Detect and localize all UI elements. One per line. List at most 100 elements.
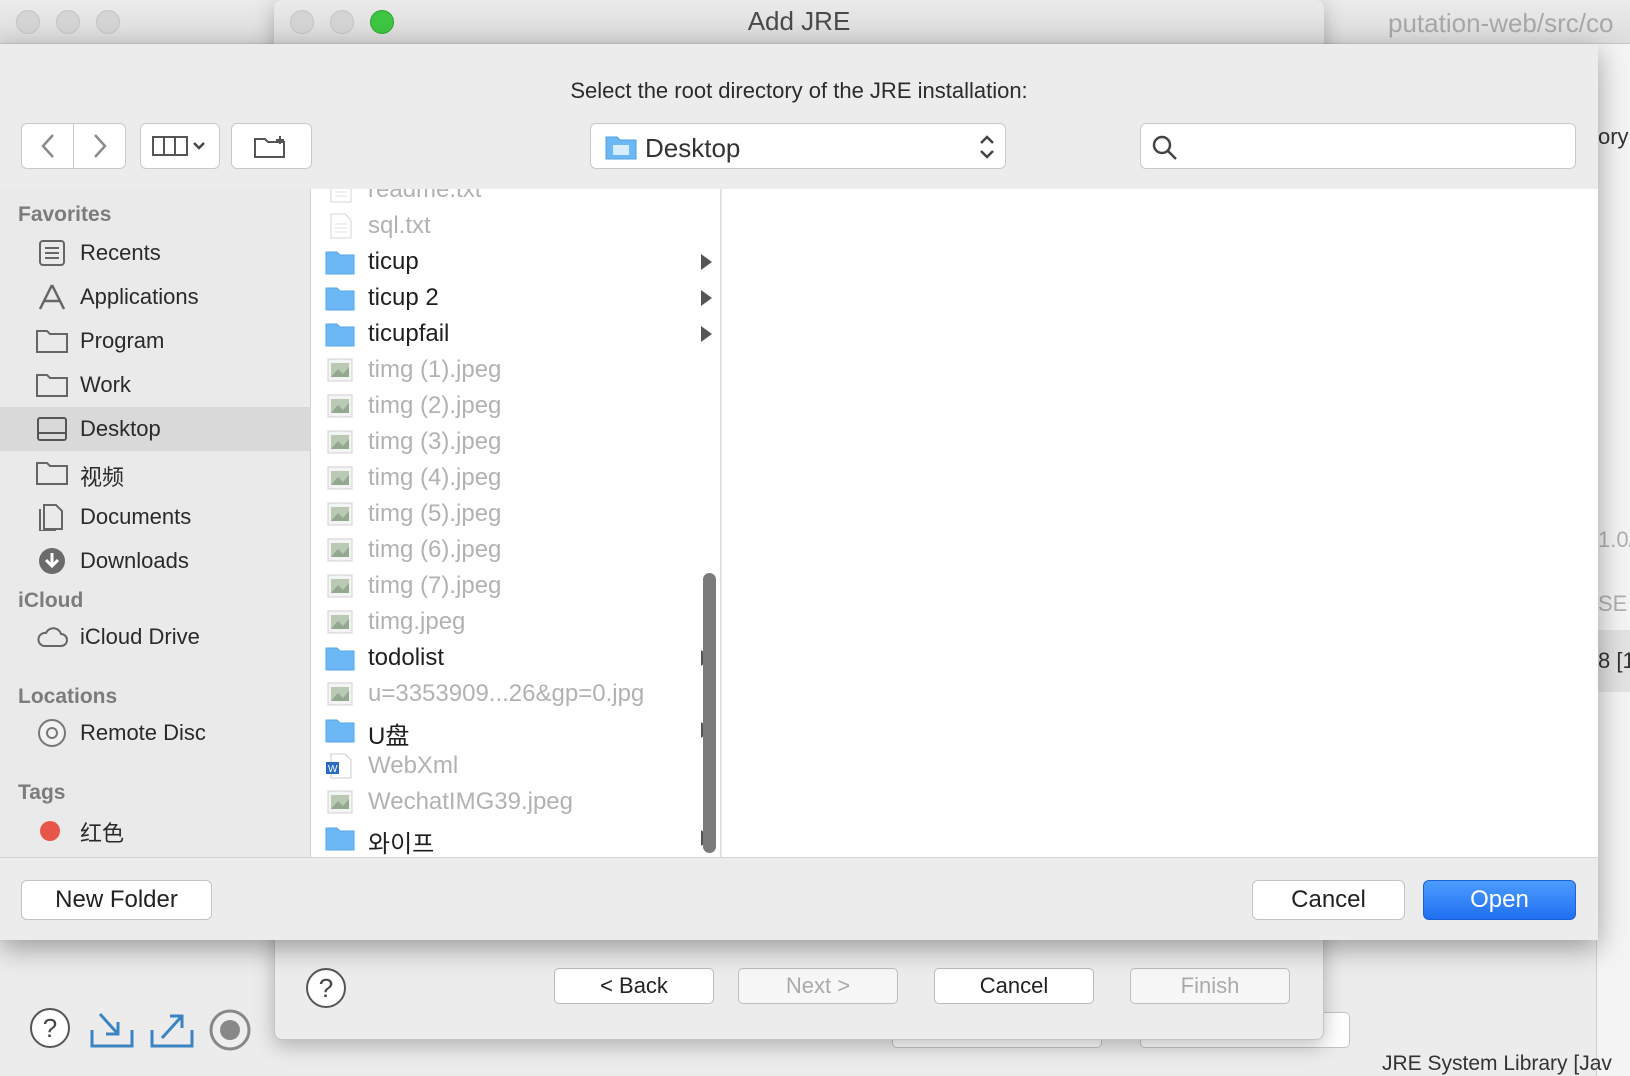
folder-icon (36, 374, 68, 397)
sidebar-item-label: Remote Disc (80, 720, 206, 745)
wizard-cancel-button[interactable]: Cancel (934, 968, 1094, 1004)
chevron-left-icon (40, 134, 54, 158)
bg-right-text-2: 1.0/ (1598, 527, 1630, 552)
sidebar-item-icloud-drive[interactable]: iCloud Drive (0, 615, 310, 659)
export-icon[interactable] (148, 1008, 196, 1052)
file-row[interactable]: timg (4).jpeg (311, 461, 720, 497)
file-row[interactable]: readme.txt (311, 189, 720, 209)
file-row[interactable]: sql.txt (311, 209, 720, 245)
sidebar-item-tag-red[interactable]: 红色 (0, 807, 310, 851)
cancel-button[interactable]: Cancel (1252, 880, 1405, 920)
folder-icon (605, 136, 637, 160)
bg-right-panel (1596, 44, 1630, 1076)
back-button[interactable]: < Back (554, 968, 714, 1004)
file-row[interactable]: timg (1).jpeg (311, 353, 720, 389)
search-field[interactable] (1140, 123, 1576, 169)
sidebar-item-desktop[interactable]: Desktop (0, 407, 310, 451)
file-row[interactable]: timg (2).jpeg (311, 389, 720, 425)
file-name: ticupfail (368, 320, 450, 347)
file-row[interactable]: u=3353909...26&gp=0.jpg (311, 677, 720, 713)
folder-row[interactable]: ticup (311, 245, 720, 281)
bg-help-icon[interactable]: ? (30, 1008, 70, 1048)
columns-view-icon (152, 136, 205, 156)
search-input[interactable] (1185, 130, 1565, 162)
sidebar-item-label: 红色 (80, 821, 125, 846)
image-file-icon (327, 682, 353, 706)
folder-row[interactable]: ticup 2 (311, 281, 720, 317)
icloud-header: iCloud (18, 589, 84, 612)
disclosure-arrow-icon (701, 290, 712, 306)
sidebar-item-label: Desktop (80, 416, 161, 441)
file-name: ticup 2 (368, 284, 439, 311)
sidebar-item-label: Recents (80, 240, 161, 265)
folder-row[interactable]: todolist (311, 641, 720, 677)
file-name: sql.txt (368, 212, 431, 239)
open-button[interactable]: Open (1423, 880, 1576, 920)
sidebar: Favorites Recents Applications Program W… (0, 189, 311, 857)
sidebar-item-label: Documents (80, 504, 192, 529)
new-folder-button[interactable]: New Folder (21, 880, 212, 920)
sidebar-item-label: Program (80, 328, 165, 353)
open-panel-prompt: Select the root directory of the JRE ins… (570, 78, 1028, 103)
location-popup[interactable]: Desktop (590, 123, 1006, 169)
sidebar-item-work[interactable]: Work (0, 363, 310, 407)
chevron-right-icon (93, 134, 107, 158)
image-file-icon (327, 502, 353, 526)
bg-close-button[interactable] (16, 10, 40, 34)
file-row[interactable]: timg (3).jpeg (311, 425, 720, 461)
image-file-icon (327, 358, 353, 382)
new-folder-toolbar-button[interactable] (231, 123, 312, 169)
sidebar-item-remote-disc[interactable]: Remote Disc (0, 711, 310, 755)
next-button[interactable]: Next > (738, 968, 898, 1004)
bg-right-text-4: 8 [1 (1598, 648, 1630, 673)
disc-icon (38, 719, 66, 747)
file-name: timg (7).jpeg (368, 572, 502, 599)
view-mode-button[interactable] (140, 123, 220, 169)
import-icon[interactable] (88, 1008, 136, 1052)
file-row[interactable]: timg (7).jpeg (311, 569, 720, 605)
sidebar-item-videos[interactable]: 视频 (0, 451, 310, 495)
folder-row[interactable]: ticupfail (311, 317, 720, 353)
file-row[interactable]: timg.jpeg (311, 605, 720, 641)
back-nav-button[interactable] (21, 123, 74, 169)
image-file-icon (327, 430, 353, 454)
file-name: u=3353909...26&gp=0.jpg (368, 680, 645, 707)
column-scrollbar[interactable] (703, 573, 716, 853)
file-row[interactable]: WechatIMG39.jpeg (311, 785, 720, 821)
sidebar-item-label: Applications (80, 284, 199, 309)
image-file-icon (327, 394, 353, 418)
sidebar-item-label: Work (80, 372, 131, 397)
new-folder-icon (253, 136, 285, 158)
file-row[interactable]: timg (6).jpeg (311, 533, 720, 569)
sidebar-item-label: iCloud Drive (80, 624, 200, 649)
sidebar-item-applications[interactable]: Applications (0, 275, 310, 319)
dialog-help-icon[interactable]: ? (306, 968, 346, 1008)
file-name: 와이프 (368, 831, 435, 857)
forward-nav-button[interactable] (73, 123, 126, 169)
bg-minimize-button[interactable] (56, 10, 80, 34)
sidebar-item-program[interactable]: Program (0, 319, 310, 363)
folder-row[interactable]: 와이프 (311, 821, 720, 857)
finish-button[interactable]: Finish (1130, 968, 1290, 1004)
bg-right-text-3: SE 8 (1598, 591, 1630, 616)
folder-icon (325, 251, 355, 275)
stop-icon[interactable] (208, 1008, 252, 1052)
bg-zoom-button[interactable] (96, 10, 120, 34)
dialog-title: Add JRE (747, 6, 851, 36)
folder-row[interactable]: U盘 (311, 713, 720, 750)
search-icon (1152, 135, 1177, 160)
sidebar-item-label: Downloads (80, 548, 189, 573)
file-name: timg (5).jpeg (368, 500, 502, 527)
text-file-icon (330, 213, 352, 239)
file-row[interactable]: timg (5).jpeg (311, 497, 720, 533)
bg-status-text: JRE System Library [Jav (1382, 1052, 1612, 1075)
file-name: U盘 (368, 723, 410, 750)
downloads-icon (39, 548, 65, 574)
folder-icon (325, 827, 355, 851)
disclosure-arrow-icon (701, 254, 712, 270)
folder-icon (36, 330, 68, 353)
file-row[interactable]: W WebXml (311, 749, 720, 785)
sidebar-item-recents[interactable]: Recents (0, 231, 310, 275)
sidebar-item-downloads[interactable]: Downloads (0, 539, 310, 583)
sidebar-item-documents[interactable]: Documents (0, 495, 310, 539)
